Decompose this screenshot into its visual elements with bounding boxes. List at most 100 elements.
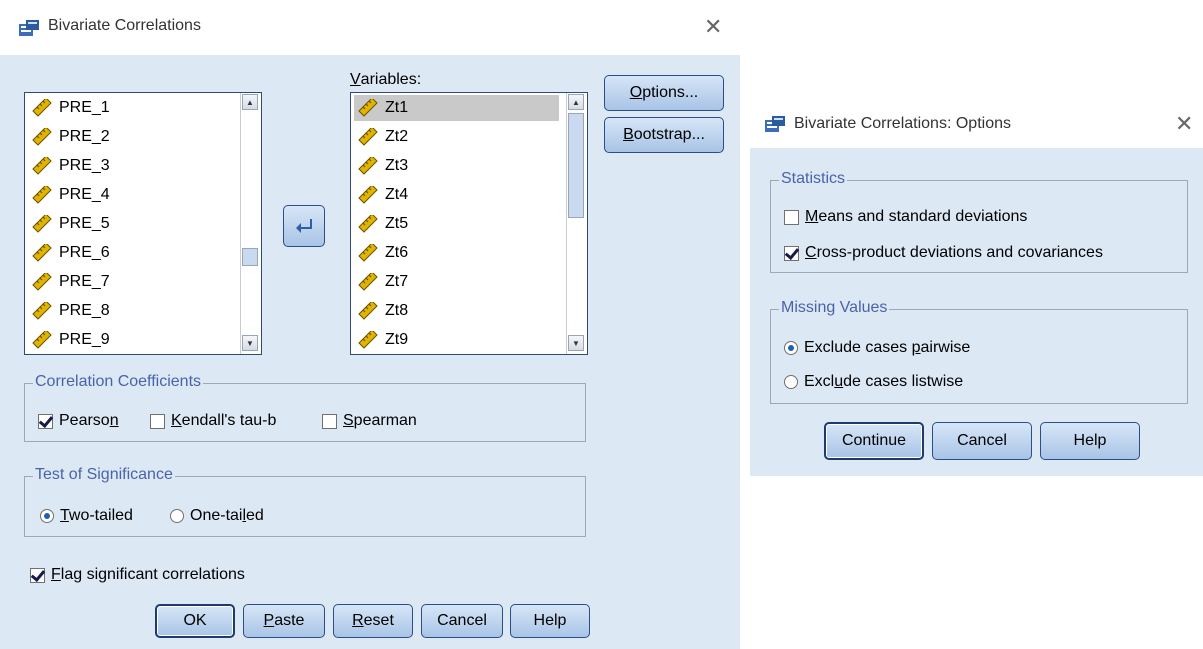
checkbox-box[interactable] (150, 413, 165, 429)
list-item-label: PRE_5 (59, 215, 110, 232)
two-tailed-label: Two-tailed (60, 507, 133, 524)
cancel-button[interactable]: Cancel (421, 604, 503, 638)
source-list-item[interactable]: PRE_4 (31, 182, 110, 208)
scale-ruler-icon (358, 157, 378, 175)
scroll-up-icon[interactable]: ▲ (568, 94, 584, 110)
variables-list[interactable]: Zt1 Zt2 Zt3 Zt4 Zt5 Zt6 Zt7 Zt8 Zt9 ▲ ▼ (350, 92, 588, 355)
variables-list-item[interactable]: Zt8 (357, 298, 408, 324)
move-variable-button[interactable] (283, 205, 325, 247)
pairwise-radio[interactable]: Exclude cases pairwise (784, 339, 970, 357)
scroll-thumb[interactable] (568, 113, 584, 218)
list-item-label: PRE_7 (59, 273, 110, 290)
variables-list-item[interactable]: Zt4 (357, 182, 408, 208)
source-variable-list[interactable]: PRE_1 PRE_2 PRE_3 PRE_4 PRE_5 PRE_6 PRE_7 PRE_8… (24, 92, 262, 355)
spss-app-icon (765, 116, 785, 132)
cross-product-label: Cross-product deviations and covariances (805, 244, 1103, 261)
cross-product-checkbox[interactable]: Cross-product deviations and covariances (784, 244, 1103, 262)
scale-ruler-icon (358, 186, 378, 204)
list-item-label: Zt1 (385, 99, 409, 116)
variables-label: Variables: (350, 71, 422, 88)
variables-list-item[interactable]: Zt7 (357, 269, 408, 295)
dialog-title: Bivariate Correlations (48, 17, 201, 34)
scale-ruler-icon (358, 128, 378, 146)
checkbox-box[interactable] (30, 567, 45, 583)
close-icon[interactable]: ✕ (1175, 113, 1193, 135)
one-tailed-radio[interactable]: One-tailed (170, 507, 264, 525)
scale-ruler-icon (32, 273, 52, 291)
list-item-label: PRE_2 (59, 128, 110, 145)
title-bar: Bivariate Correlations: Options ✕ (750, 100, 1203, 148)
options-help-button[interactable]: Help (1040, 422, 1140, 460)
listwise-label: Exclude cases listwise (804, 373, 964, 390)
bivariate-correlations-dialog: Bivariate Correlations ✕ PRE_1 PRE_2 PRE_3… (0, 0, 740, 649)
flag-significant-checkbox[interactable]: Flag significant correlations (30, 566, 245, 584)
close-icon[interactable]: ✕ (704, 16, 722, 38)
radio-dot[interactable] (784, 375, 798, 389)
spearman-label: Spearman (343, 412, 417, 429)
variables-list-item[interactable]: Zt5 (357, 211, 408, 237)
source-list-item[interactable]: PRE_2 (31, 124, 110, 150)
group-legend: Correlation Coefficients (33, 373, 204, 391)
two-tailed-radio[interactable]: Two-tailed (40, 507, 133, 525)
checkbox-box[interactable] (784, 209, 799, 225)
variables-list-item[interactable]: Zt2 (357, 124, 408, 150)
variables-list-item[interactable]: Zt3 (357, 153, 408, 179)
pearson-label: Pearson (59, 412, 119, 429)
list-item-label: PRE_1 (59, 99, 110, 116)
means-checkbox[interactable]: Means and standard deviations (784, 208, 1027, 226)
checkbox-box[interactable] (784, 245, 799, 261)
scale-ruler-icon (32, 157, 52, 175)
list-item-label: Zt2 (385, 128, 409, 145)
options-cancel-button[interactable]: Cancel (932, 422, 1032, 460)
scale-ruler-icon (32, 99, 52, 117)
source-list-item[interactable]: PRE_1 (31, 95, 110, 121)
bootstrap-button[interactable]: Bootstrap... (604, 117, 724, 153)
options-button[interactable]: Options... (604, 75, 724, 111)
scroll-down-icon[interactable]: ▼ (242, 335, 258, 351)
scroll-up-icon[interactable]: ▲ (242, 94, 258, 110)
kendall-label: Kendall's tau-b (171, 412, 277, 429)
paste-button[interactable]: Paste (243, 604, 325, 638)
reset-button[interactable]: Reset (333, 604, 413, 638)
scale-ruler-icon (32, 302, 52, 320)
dialog-title: Bivariate Correlations: Options (794, 115, 1011, 132)
pairwise-label: Exclude cases pairwise (804, 339, 971, 356)
continue-button[interactable]: Continue (824, 422, 924, 460)
spss-app-icon (19, 20, 39, 36)
radio-dot[interactable] (784, 341, 798, 355)
checkbox-box[interactable] (38, 413, 53, 429)
scroll-down-icon[interactable]: ▼ (568, 335, 584, 351)
variables-list-item[interactable]: Zt9 (357, 327, 408, 353)
scale-ruler-icon (358, 215, 378, 233)
source-list-item[interactable]: PRE_9 (31, 327, 110, 353)
variables-list-item[interactable]: Zt1 (354, 95, 559, 121)
group-legend: Statistics (779, 170, 848, 188)
source-list-scrollbar[interactable]: ▲ ▼ (240, 93, 259, 354)
source-list-item[interactable]: PRE_7 (31, 269, 110, 295)
help-button[interactable]: Help (510, 604, 590, 638)
title-bar: Bivariate Correlations ✕ (0, 0, 740, 55)
list-item-label: Zt4 (385, 186, 409, 203)
ok-button[interactable]: OK (155, 604, 235, 638)
list-item-label: Zt9 (385, 331, 409, 348)
variables-list-scrollbar[interactable]: ▲ ▼ (566, 93, 585, 354)
source-list-item[interactable]: PRE_8 (31, 298, 110, 324)
listwise-radio[interactable]: Exclude cases listwise (784, 373, 963, 391)
options-dialog: Bivariate Correlations: Options ✕ Statis… (750, 100, 1203, 476)
variables-list-item[interactable]: Zt6 (357, 240, 408, 266)
radio-dot[interactable] (40, 509, 54, 523)
list-item-label: Zt3 (385, 157, 409, 174)
source-list-item[interactable]: PRE_3 (31, 153, 110, 179)
radio-dot[interactable] (170, 509, 184, 523)
kendall-checkbox[interactable]: Kendall's tau-b (150, 412, 276, 430)
means-label: Means and standard deviations (805, 208, 1028, 225)
checkbox-box[interactable] (322, 413, 337, 429)
source-list-item[interactable]: PRE_6 (31, 240, 110, 266)
pearson-checkbox[interactable]: Pearson (38, 412, 119, 430)
scale-ruler-icon (358, 244, 378, 262)
source-list-item[interactable]: PRE_5 (31, 211, 110, 237)
scroll-thumb[interactable] (242, 248, 258, 266)
list-item-label: PRE_3 (59, 157, 110, 174)
spearman-checkbox[interactable]: Spearman (322, 412, 417, 430)
scale-ruler-icon (32, 215, 52, 233)
